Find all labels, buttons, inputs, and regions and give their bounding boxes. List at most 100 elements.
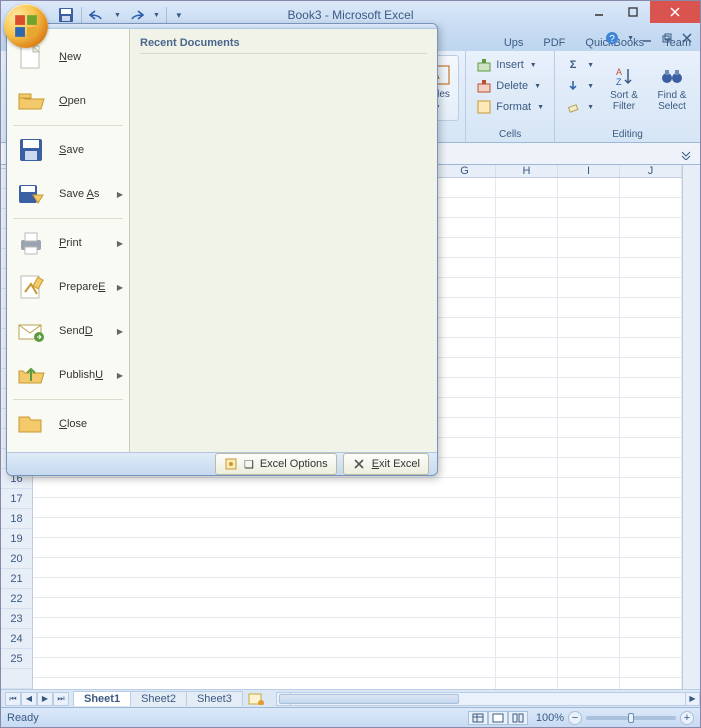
column-header[interactable]: G [434,165,496,177]
save-icon [15,136,47,164]
format-button[interactable]: Format▼ [472,97,548,117]
qat-redo-icon[interactable] [127,6,145,24]
sheet-nav-next[interactable]: ▶ [37,692,53,706]
binoculars-icon [658,64,686,88]
exit-icon [352,457,366,471]
sheet-tab-1[interactable]: Sheet1 [73,691,131,706]
prepare-icon [15,273,47,301]
sheet-tab-2[interactable]: Sheet2 [130,691,187,706]
sheet-tab-3[interactable]: Sheet3 [186,691,243,706]
svg-text:A: A [616,67,622,77]
view-pagebreak-icon[interactable] [508,711,528,725]
menu-item-saveas[interactable]: Save As ▶ [7,172,129,216]
insert-button[interactable]: Insert▼ [472,55,548,75]
qat-save-icon[interactable] [57,6,75,24]
tab-ups[interactable]: Ups [495,33,533,51]
help-dropdown-icon[interactable]: ▼ [627,35,634,42]
menu-item-open[interactable]: Open [7,79,129,123]
submenu-arrow-icon: ▶ [117,190,123,199]
view-normal-icon[interactable] [468,711,488,725]
expand-formula-icon[interactable] [678,146,694,162]
submenu-arrow-icon: ▶ [117,327,123,336]
help-icon[interactable]: ? [605,31,619,45]
new-sheet-button[interactable] [246,692,266,706]
window-controls [582,1,700,23]
column-header[interactable]: H [496,165,558,177]
menu-item-label: New [59,51,81,63]
column-header[interactable]: J [620,165,682,177]
status-bar: Ready 100% − + [1,707,700,727]
sigma-icon: Σ [565,57,581,73]
qat-customize-icon[interactable]: ▼ [175,11,183,20]
menu-item-send[interactable]: SendD ▶ [7,309,129,353]
row-header[interactable]: 23 [1,609,32,629]
menu-item-label: Close [59,418,87,430]
send-icon [15,317,47,345]
group-label-editing: Editing [561,128,694,141]
submenu-arrow-icon: ▶ [117,239,123,248]
row-header[interactable]: 17 [1,489,32,509]
sort-icon: AZ [610,64,638,88]
menu-item-label: Open [59,95,86,107]
menu-item-label: Save [59,144,84,156]
doc-close-icon[interactable] [680,31,694,45]
menu-item-label: SendD [59,325,93,337]
sheet-nav-prev[interactable]: ◀ [21,692,37,706]
row-header[interactable]: 22 [1,589,32,609]
row-header[interactable]: 25 [1,649,32,669]
undo-dropdown-icon[interactable]: ▼ [114,12,121,19]
zoom-out-button[interactable]: − [568,711,582,725]
maximize-button[interactable] [616,1,650,23]
menu-item-prepare[interactable]: PrepareE▶ [7,265,129,309]
submenu-arrow-icon: ▶ [117,283,123,292]
menu-item-print[interactable]: Print▶ [7,221,129,265]
fill-button[interactable]: ▼ [561,76,598,96]
exit-excel-button[interactable]: Exit Excel [343,453,429,475]
horizontal-scrollbar[interactable]: ◀ ▶ [276,692,700,706]
sheet-nav-last[interactable]: ⏭ [53,692,69,706]
clear-button[interactable]: ▼ [561,97,598,117]
eraser-icon [565,99,581,115]
ribbon-group-editing: Σ▼ ▼ ▼ AZ Sort & Filter Find & Select Ed… [554,51,700,142]
minimize-button[interactable] [582,1,616,23]
zoom-in-button[interactable]: + [680,711,694,725]
delete-button[interactable]: Delete▼ [472,76,548,96]
hscroll-thumb[interactable] [279,694,459,704]
row-header[interactable] [1,669,32,689]
office-menu-commands: NewOpenSaveSave As▶Print▶PrepareE▶SendD▶… [7,29,130,452]
find-select-button[interactable]: Find & Select [650,55,694,121]
zoom-level[interactable]: 100% [536,712,564,724]
row-header[interactable]: 18 [1,509,32,529]
doc-minimize-icon[interactable] [640,31,654,45]
doc-restore-icon[interactable] [660,31,674,45]
menu-item-save[interactable]: Save [7,128,129,172]
menu-item-label: Save As [59,188,99,200]
row-header[interactable]: 20 [1,549,32,569]
sheet-nav-first[interactable]: ⏮ [5,692,21,706]
office-button[interactable] [4,4,48,48]
hscroll-right[interactable]: ▶ [685,693,699,705]
tab-pdf[interactable]: PDF [534,33,574,51]
autosum-button[interactable]: Σ▼ [561,55,598,75]
excel-options-button[interactable]: ❏ Excel Options [215,453,337,475]
menu-item-publish[interactable]: PublishU▶ [7,353,129,397]
close-button[interactable] [650,1,700,23]
qat-separator [166,7,167,23]
window-title: Book3 - Microsoft Excel [287,8,413,22]
office-menu-recent: Recent Documents [130,29,437,452]
row-header[interactable]: 19 [1,529,32,549]
row-header[interactable]: 24 [1,629,32,649]
column-header[interactable]: I [558,165,620,177]
view-layout-icon[interactable] [488,711,508,725]
vertical-scrollbar[interactable] [682,165,700,689]
ribbon-group-cells: Insert▼ Delete▼ Format▼ Cells [465,51,554,142]
status-ready: Ready [7,712,39,724]
fill-icon [565,78,581,94]
row-header[interactable]: 21 [1,569,32,589]
redo-dropdown-icon[interactable]: ▼ [153,12,160,19]
sort-filter-button[interactable]: AZ Sort & Filter [602,55,646,121]
group-label-cells: Cells [472,128,548,141]
qat-undo-icon[interactable] [88,6,106,24]
zoom-slider[interactable] [586,716,676,720]
menu-item-close[interactable]: Close [7,402,129,446]
